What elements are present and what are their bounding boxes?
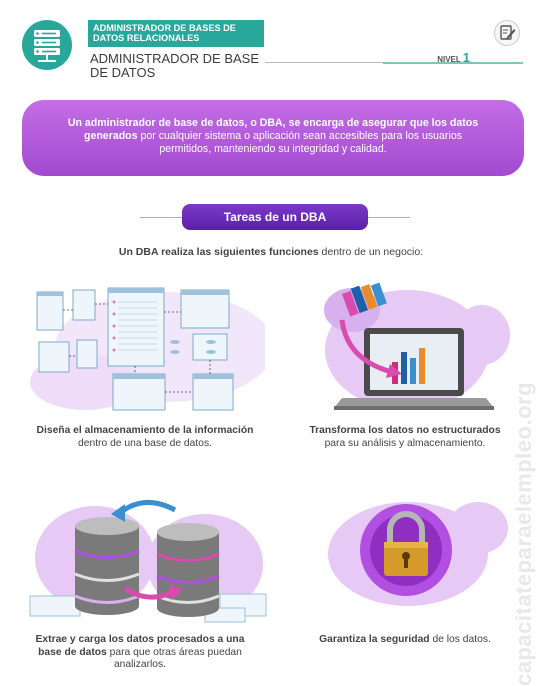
section-line-left xyxy=(140,217,185,218)
task4-illustration xyxy=(318,486,508,614)
section-subtitle-bold: Un DBA realiza las siguientes funciones xyxy=(118,246,319,258)
site-watermark: capacitateparaelempleo.org xyxy=(511,381,536,686)
task1-rest: dentro de una base de datos. xyxy=(78,437,212,449)
padlock-icon xyxy=(328,502,508,606)
task3-illustration xyxy=(25,496,270,624)
intro-text: por cualquier sistema o aplicación sean … xyxy=(137,130,463,155)
section-title: Tareas de un DBA xyxy=(182,204,368,230)
section-subtitle: Un DBA realiza las siguientes funciones … xyxy=(0,246,542,258)
task3-caption: Extrae y carga los datos procesados a un… xyxy=(25,634,255,672)
database-transfer-icon xyxy=(29,500,267,623)
task4-bold: Garantiza la seguridad xyxy=(319,634,430,645)
level-number: 1 xyxy=(462,50,470,65)
level-label: NIVEL xyxy=(437,55,461,64)
task2-rest: para su análisis y almacenamiento. xyxy=(324,437,486,449)
task3-rest: para que otras áreas puedan analizarlos. xyxy=(106,646,242,671)
task4-caption: Garantiza la seguridad de los datos. xyxy=(290,634,520,647)
task1-illustration xyxy=(25,282,275,412)
intro-box: Un administrador de base de datos, o DBA… xyxy=(22,100,524,176)
task2-bold: Transforma los datos no estructurados xyxy=(309,425,501,436)
course-title: ADMINISTRADOR DE BASE DE DATOS xyxy=(90,51,260,80)
header-divider xyxy=(265,62,390,63)
edit-note-icon[interactable] xyxy=(494,20,520,46)
section-subtitle-rest: dentro de un negocio: xyxy=(318,246,424,258)
course-banner: ADMINISTRADOR DE BASES DE DATOS RELACION… xyxy=(88,20,264,47)
section-line-right xyxy=(365,217,410,218)
task2-illustration xyxy=(312,280,512,420)
database-schema-diagram-icon xyxy=(30,287,275,411)
task1-caption: Diseña el almacenamiento de la informaci… xyxy=(20,425,270,450)
laptop-bar-chart-icon xyxy=(324,282,510,410)
course-logo xyxy=(22,20,72,70)
task1-bold: Diseña el almacenamiento de la informaci… xyxy=(36,425,254,436)
level-indicator: NIVEL 1 xyxy=(383,50,523,65)
server-icon xyxy=(34,30,60,62)
task4-rest: de los datos. xyxy=(429,634,491,645)
task2-caption: Transforma los datos no estructurados pa… xyxy=(290,425,520,450)
